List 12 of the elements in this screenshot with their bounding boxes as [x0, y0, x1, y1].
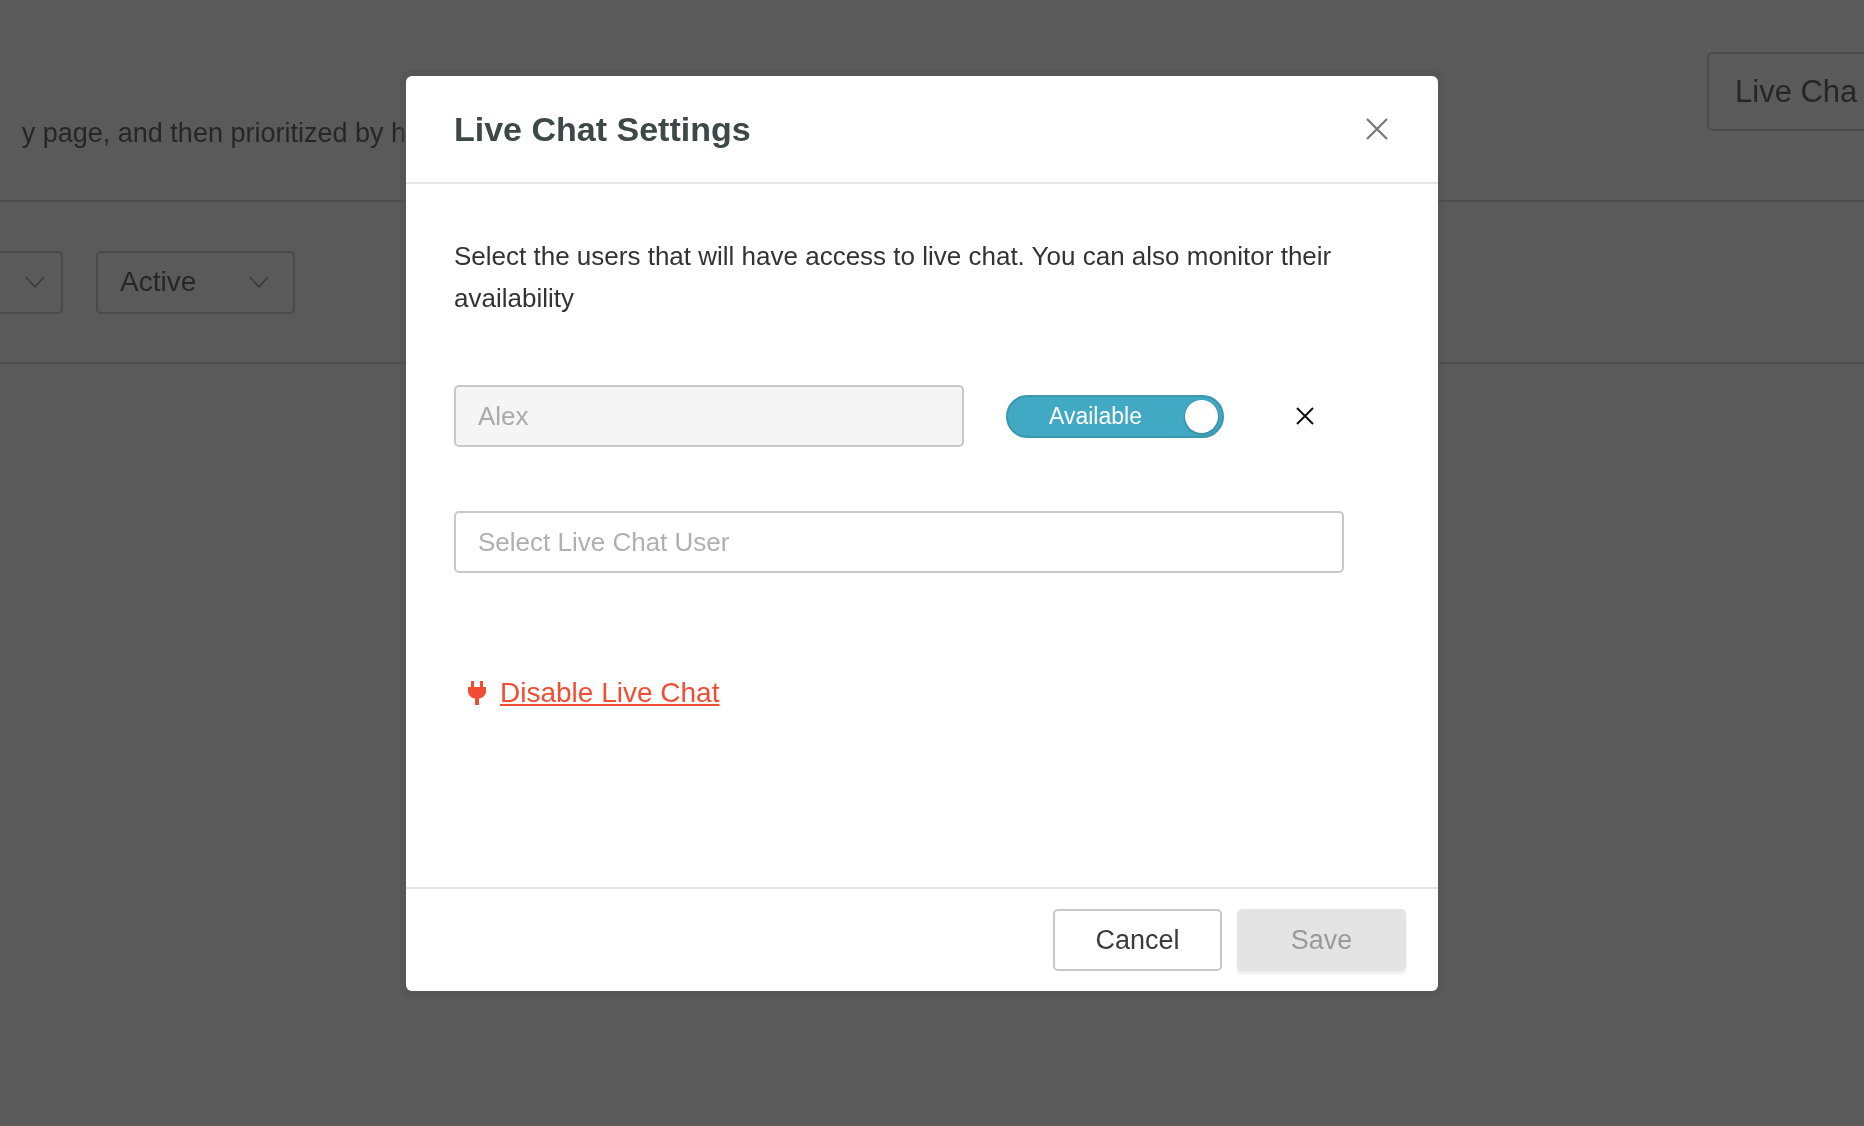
dialog-description: Select the users that will have access to live chat. You can also monitor their availability	[454, 240, 1333, 315]
chevron-down-icon	[249, 276, 269, 288]
close-icon	[1296, 407, 1314, 425]
disable-live-chat-link[interactable]: Disable Live Chat	[500, 677, 720, 709]
user-select-field[interactable]: Select Live Chat User	[454, 511, 1344, 573]
plug-icon	[468, 681, 486, 705]
chevron-down-icon	[25, 276, 45, 288]
availability-toggle[interactable]: Available	[1006, 394, 1224, 438]
dialog-title: Live Chat Settings	[454, 109, 751, 149]
close-icon	[1366, 118, 1388, 140]
cancel-button[interactable]: Cancel	[1053, 909, 1222, 971]
remove-user-button[interactable]	[1294, 405, 1316, 427]
